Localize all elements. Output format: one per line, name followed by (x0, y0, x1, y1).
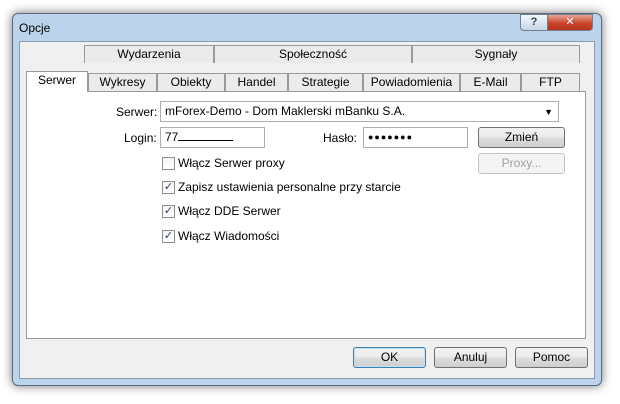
cancel-button[interactable]: Anuluj (434, 347, 507, 368)
tab-powiadomienia[interactable]: Powiadomienia (363, 73, 460, 91)
tab-spolecznosc[interactable]: Społeczność (214, 45, 412, 63)
tab-wykresy[interactable]: Wykresy (88, 73, 157, 91)
tab-sygnaly[interactable]: Sygnały (412, 45, 580, 63)
login-input[interactable]: 77 (160, 127, 265, 148)
dde-server-checkbox-label: Włącz DDE Serwer (178, 204, 281, 218)
tab-handel[interactable]: Handel (225, 73, 288, 91)
tab-email[interactable]: E-Mail (460, 73, 521, 91)
server-tab-panel: Serwer: mForex-Demo - Dom Maklerski mBan… (26, 91, 586, 339)
password-label: Hasło: (323, 131, 358, 145)
proxy-checkbox[interactable] (162, 157, 175, 170)
news-checkbox[interactable]: ✓ (162, 230, 175, 243)
news-checkbox-label: Włącz Wiadomości (178, 229, 280, 243)
close-icon[interactable]: ✕ (547, 14, 593, 31)
options-dialog: Opcje ? ✕ Wydarzenia Społeczność Sygnały… (12, 13, 602, 386)
tab-obiekty[interactable]: Obiekty (157, 73, 225, 91)
tab-serwer[interactable]: Serwer (26, 71, 88, 92)
dde-server-checkbox[interactable]: ✓ (162, 205, 175, 218)
dialog-body: Wydarzenia Społeczność Sygnały Serwer Wy… (19, 41, 595, 379)
login-label: Login: (124, 131, 157, 145)
save-settings-checkbox-label: Zapisz ustawienia personalne przy starci… (178, 180, 401, 194)
help-button[interactable]: Pomoc (515, 347, 588, 368)
tab-ftp[interactable]: FTP (521, 73, 580, 91)
help-icon[interactable]: ? (520, 14, 548, 31)
save-settings-checkbox[interactable]: ✓ (162, 181, 175, 194)
server-label: Serwer: (116, 105, 158, 119)
server-select[interactable]: mForex-Demo - Dom Maklerski mBanku S.A. … (160, 101, 559, 122)
change-button[interactable]: Zmień (478, 127, 565, 148)
window-title: Opcje (19, 21, 51, 35)
proxy-checkbox-label: Włącz Serwer proxy (178, 156, 285, 170)
chevron-down-icon[interactable]: ▼ (544, 105, 553, 120)
tab-wydarzenia[interactable]: Wydarzenia (84, 45, 214, 63)
password-input[interactable]: ●●●●●●● (363, 127, 468, 148)
login-value: 77 (165, 130, 179, 144)
proxy-button[interactable]: Proxy... (478, 153, 565, 174)
tab-strategie[interactable]: Strategie (288, 73, 363, 91)
ok-button[interactable]: OK (353, 347, 426, 368)
server-value: mForex-Demo - Dom Maklerski mBanku S.A. (165, 104, 406, 118)
